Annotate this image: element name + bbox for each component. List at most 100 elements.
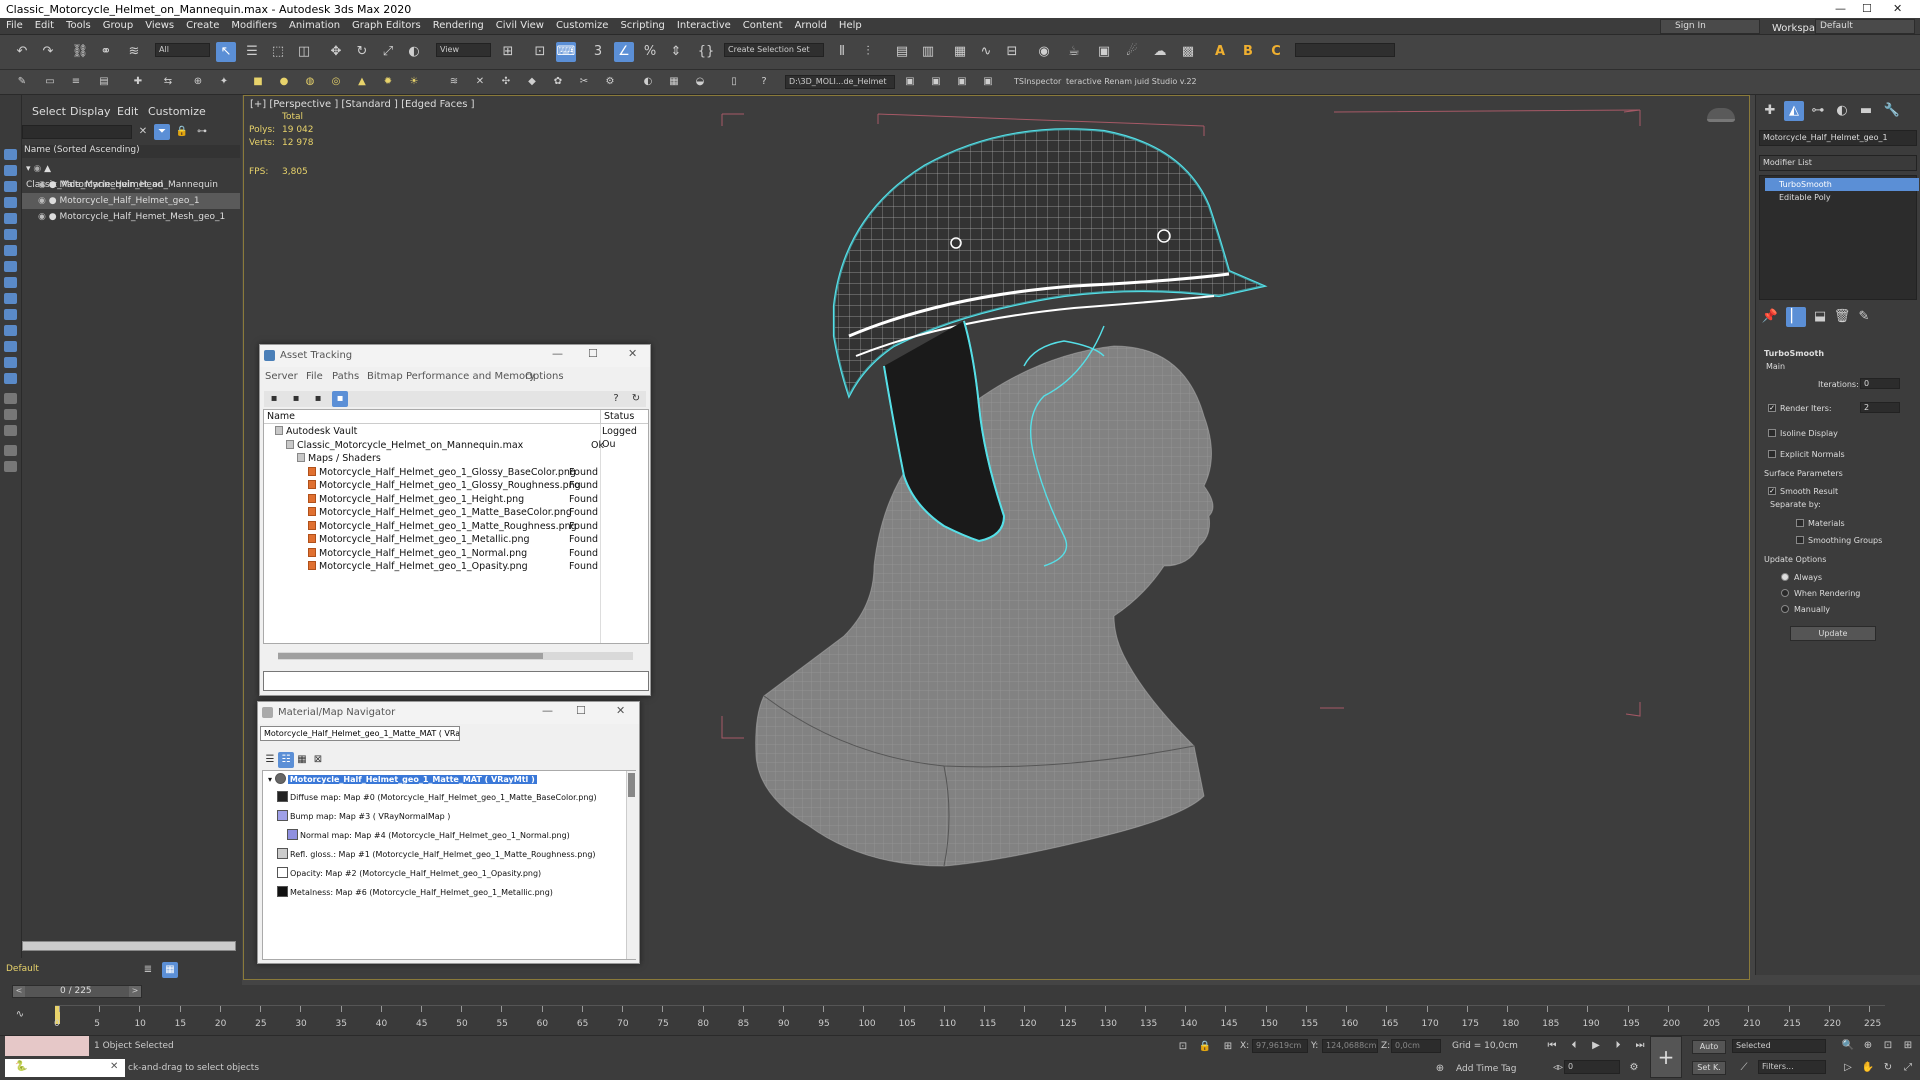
tool-icon-9[interactable]: ≋ (446, 74, 462, 90)
zoom-all-icon[interactable]: ⊕ (1860, 1038, 1876, 1054)
at-menu-file[interactable]: File (306, 371, 323, 382)
strip-icon-b[interactable] (4, 409, 17, 420)
strip-icon-d[interactable] (4, 445, 17, 456)
menu-rendering[interactable]: Rendering (427, 18, 490, 31)
tool-icon-2[interactable]: ▭ (42, 74, 58, 90)
at-row[interactable]: Motorcycle_Half_Helmet_geo_1_Height.png F… (269, 493, 598, 506)
scene-explorer-toggle-icon[interactable]: ▦ (162, 962, 178, 978)
filter-invert-icon[interactable] (4, 373, 17, 384)
at-row[interactable]: Classic_Motorcycle_Helmet_on_Mannequin.m… (269, 439, 604, 452)
arnold-a-icon[interactable]: A (1210, 42, 1230, 62)
map-item[interactable]: Bump map: Map #3 ( VRayNormalMap ) (277, 810, 450, 823)
update-button[interactable]: Update (1790, 626, 1876, 641)
mat-close-button[interactable]: ✕ (616, 704, 625, 717)
unlink-icon[interactable]: ⚭ (96, 42, 116, 62)
render-iters-spinner[interactable]: 2 (1860, 402, 1900, 413)
scale-icon[interactable]: ⤢ (378, 42, 398, 62)
layer-name[interactable]: Default (6, 964, 39, 974)
isolate-icon[interactable]: ⊡ (1175, 1039, 1191, 1055)
interactive-rename-button[interactable]: teractive Renam juid Studio v.22 (1066, 77, 1197, 86)
scene-explorer-icon[interactable]: ▥ (918, 42, 938, 62)
at-menu-bitmap[interactable]: Bitmap Performance and Memory (367, 371, 535, 382)
at-row[interactable]: Motorcycle_Half_Helmet_geo_1_Matte_BaseC… (269, 506, 598, 519)
zoom-extents-all-icon[interactable]: ⊞ (1900, 1038, 1916, 1054)
absolute-mode-icon[interactable]: ⊞ (1220, 1039, 1236, 1055)
schematic-view-icon[interactable]: ⊟ (1002, 42, 1022, 62)
map-item[interactable]: Opacity: Map #2 (Motorcycle_Half_Helmet_… (277, 867, 541, 880)
scene-item[interactable]: ◉ ● Motorcycle_Half_Helmet_geo_1 (22, 193, 240, 209)
project-path-dropdown[interactable]: D:\3D_MOLI...de_Helmet (785, 75, 895, 89)
view-large-icons-icon[interactable]: ⊠ (310, 752, 326, 768)
at-row[interactable]: Motorcycle_Half_Helmet_geo_1_Metallic.pn… (269, 533, 598, 546)
at-menu-options[interactable]: Options (525, 371, 564, 382)
maximize-viewport-icon[interactable]: ⤢ (1900, 1060, 1916, 1076)
filter-helpers-icon[interactable] (4, 213, 17, 224)
snap-3d-icon[interactable]: 3 (588, 42, 608, 62)
rollout-title[interactable]: TurboSmooth (1764, 349, 1824, 358)
tool-icon-15[interactable]: ⚙ (602, 74, 618, 90)
filter-geometry-icon[interactable] (4, 149, 17, 160)
goto-end-icon[interactable]: ⏭ (1632, 1038, 1648, 1054)
tool-icon-18[interactable]: ◒ (692, 74, 708, 90)
tab-display[interactable]: Display (70, 105, 111, 118)
align-icon[interactable]: ⫶ (858, 42, 878, 62)
at-row[interactable]: Motorcycle_Half_Helmet_geo_1_Glossy_Base… (269, 466, 598, 479)
extra-dropdown[interactable] (1295, 43, 1395, 57)
z-coord[interactable]: 0,0cm (1391, 1039, 1441, 1053)
layers-icon[interactable]: ≣ (140, 962, 156, 978)
at-help-icon[interactable]: ? (608, 391, 624, 407)
tool-icon-3[interactable]: ≡ (68, 74, 84, 90)
strip-icon-a[interactable] (4, 393, 17, 404)
tool-icon-1[interactable]: ✎ (14, 74, 30, 90)
tool-icon-6[interactable]: ⇆ (160, 74, 176, 90)
time-slider[interactable]: < 0 / 225 > (12, 985, 142, 998)
pan-icon[interactable]: ✋ (1860, 1060, 1876, 1076)
materials-checkbox[interactable] (1796, 519, 1804, 527)
at-row[interactable]: Motorcycle_Half_Helmet_geo_1_Glossy_Roug… (269, 479, 598, 492)
filter-cameras-icon[interactable] (4, 197, 17, 208)
tool-icon-22[interactable]: ▣ (954, 74, 970, 90)
curve-editor-icon[interactable]: ∿ (976, 42, 996, 62)
at-tool-icon-4[interactable]: ▪ (332, 391, 348, 407)
view-small-icons-icon[interactable]: ▦ (294, 752, 310, 768)
tool-icon-16[interactable]: ◐ (640, 74, 656, 90)
tool-icon-11[interactable]: ✣ (498, 74, 514, 90)
mat-maximize-button[interactable]: ☐ (576, 704, 586, 717)
at-tool-icon-1[interactable]: ▪ (266, 391, 282, 407)
asset-maximize-button[interactable]: ☐ (588, 347, 598, 360)
tool-icon-19[interactable]: ▯ (726, 74, 742, 90)
filter-xrefs-icon[interactable] (4, 261, 17, 272)
arnold-c-icon[interactable]: C (1266, 42, 1286, 62)
select-by-name-icon[interactable]: ☰ (242, 42, 262, 62)
scene-header[interactable]: Name (Sorted Ascending) (22, 145, 240, 158)
rendered-frame-icon[interactable]: ▣ (1094, 42, 1114, 62)
map-item[interactable]: Metalness: Map #6 (Motorcycle_Half_Helme… (277, 886, 553, 899)
placement-icon[interactable]: ◐ (404, 42, 424, 62)
filter-frozen-icon[interactable] (4, 309, 17, 320)
scene-item[interactable]: ◉ ● Male_Mannequin_Head (22, 177, 240, 193)
redo-icon[interactable]: ↷ (38, 42, 58, 62)
set-key-icon[interactable]: + (1650, 1036, 1682, 1078)
at-row[interactable]: Autodesk Vault Logged Ou (269, 425, 637, 450)
filter-none-icon[interactable] (4, 357, 17, 368)
configure-sets-icon[interactable]: ✎ (1854, 307, 1874, 327)
rect-selection-icon[interactable]: ⬚ (268, 42, 288, 62)
at-col-status[interactable]: Status (604, 411, 634, 422)
y-coord[interactable]: 124,0688cm (1322, 1039, 1378, 1053)
at-refresh-icon[interactable]: ↻ (628, 391, 644, 407)
tool-icon-20[interactable]: ▣ (902, 74, 918, 90)
orbit-icon[interactable]: ↻ (1880, 1060, 1896, 1076)
pin-stack-icon[interactable]: 📌 (1760, 307, 1780, 327)
menu-edit[interactable]: Edit (29, 18, 60, 31)
find-field[interactable] (22, 125, 132, 139)
edit-named-sets-icon[interactable]: {} (696, 42, 716, 62)
menu-animation[interactable]: Animation (283, 18, 346, 31)
map-item[interactable]: Refl. gloss.: Map #1 (Motorcycle_Half_He… (277, 848, 596, 861)
create-selection-set-dropdown[interactable]: Create Selection Set (724, 43, 824, 57)
tool-icon-23[interactable]: ▣ (980, 74, 996, 90)
lock-icon[interactable]: 🔒 (174, 124, 190, 140)
window-crossing-icon[interactable]: ◫ (294, 42, 314, 62)
at-hscroll[interactable] (278, 652, 633, 660)
tool-icon-14[interactable]: ✂ (576, 74, 592, 90)
filter-lights-icon[interactable] (4, 181, 17, 192)
